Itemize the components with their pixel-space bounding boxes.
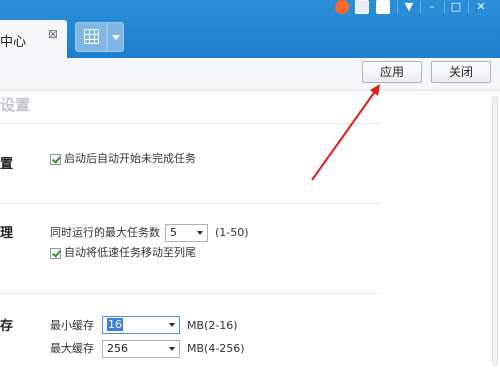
checkbox-checked[interactable]: [50, 247, 61, 259]
chevron-down-icon: [112, 35, 120, 40]
section-label-startup: 置: [0, 157, 14, 172]
move-slow-checkbox-row[interactable]: 自动将低速任务移动至列尾: [50, 245, 196, 261]
chevron-down-icon: [169, 347, 175, 351]
auto-start-label: 启动后自动开始未完成任务: [64, 152, 196, 165]
skin-mascot-icon[interactable]: [335, 0, 349, 14]
divider: [397, 1, 398, 13]
max-tasks-label: 同时运行的最大任务数: [50, 226, 160, 239]
divider: [0, 293, 380, 294]
min-cache-range: MB(2-16): [187, 319, 238, 332]
section-label-cache: 存: [0, 319, 14, 334]
auto-start-checkbox-row[interactable]: 启动后自动开始未完成任务: [50, 151, 196, 167]
min-cache-label: 最小缓存: [50, 319, 94, 332]
divider: [0, 203, 380, 204]
divider: [420, 1, 421, 13]
divider: [444, 1, 445, 13]
minimize-icon[interactable]: –: [425, 0, 439, 14]
page-title: 设置: [0, 96, 31, 114]
annotation-arrow-line: [311, 89, 377, 181]
max-cache-value: 256: [107, 342, 128, 355]
annotation-arrow-head: [370, 84, 380, 96]
annotation-arrow: [311, 84, 380, 181]
chevron-down-icon: [197, 231, 203, 235]
max-tasks-range: (1-50): [215, 226, 249, 239]
grid-icon: [84, 29, 99, 44]
close-button[interactable]: 关闭: [431, 61, 491, 83]
close-icon[interactable]: ✕: [474, 0, 488, 14]
vertical-scrollbar[interactable]: [492, 96, 498, 366]
divider: [468, 1, 469, 13]
toolbar: [0, 58, 500, 91]
section-label-task-management: 理: [0, 226, 14, 241]
max-cache-label: 最大缓存: [50, 342, 94, 355]
max-tasks-select[interactable]: 5: [165, 224, 208, 242]
tab-close-icon[interactable]: ⊠: [48, 27, 58, 41]
tab-label: 中心: [0, 35, 27, 50]
max-cache-range: MB(4-256): [187, 342, 245, 355]
max-cache-select[interactable]: 256: [102, 340, 180, 358]
move-slow-label: 自动将低速任务移动至列尾: [64, 246, 196, 259]
checkbox-checked[interactable]: [50, 153, 61, 165]
chevron-down-icon: [169, 323, 175, 327]
tab-download-center[interactable]: 中心 ⊠: [0, 20, 67, 58]
maximize-icon[interactable]: □: [449, 0, 463, 14]
menu-icon[interactable]: ▼: [402, 0, 416, 14]
max-tasks-value: 5: [170, 226, 177, 239]
grid-view-button[interactable]: [75, 22, 107, 52]
shirt-skin-icon[interactable]: [376, 0, 390, 14]
calendar-icon[interactable]: [355, 0, 369, 14]
min-cache-select[interactable]: 16: [102, 316, 180, 334]
tab-dropdown-button[interactable]: [107, 22, 124, 52]
min-cache-value: 16: [107, 318, 123, 331]
